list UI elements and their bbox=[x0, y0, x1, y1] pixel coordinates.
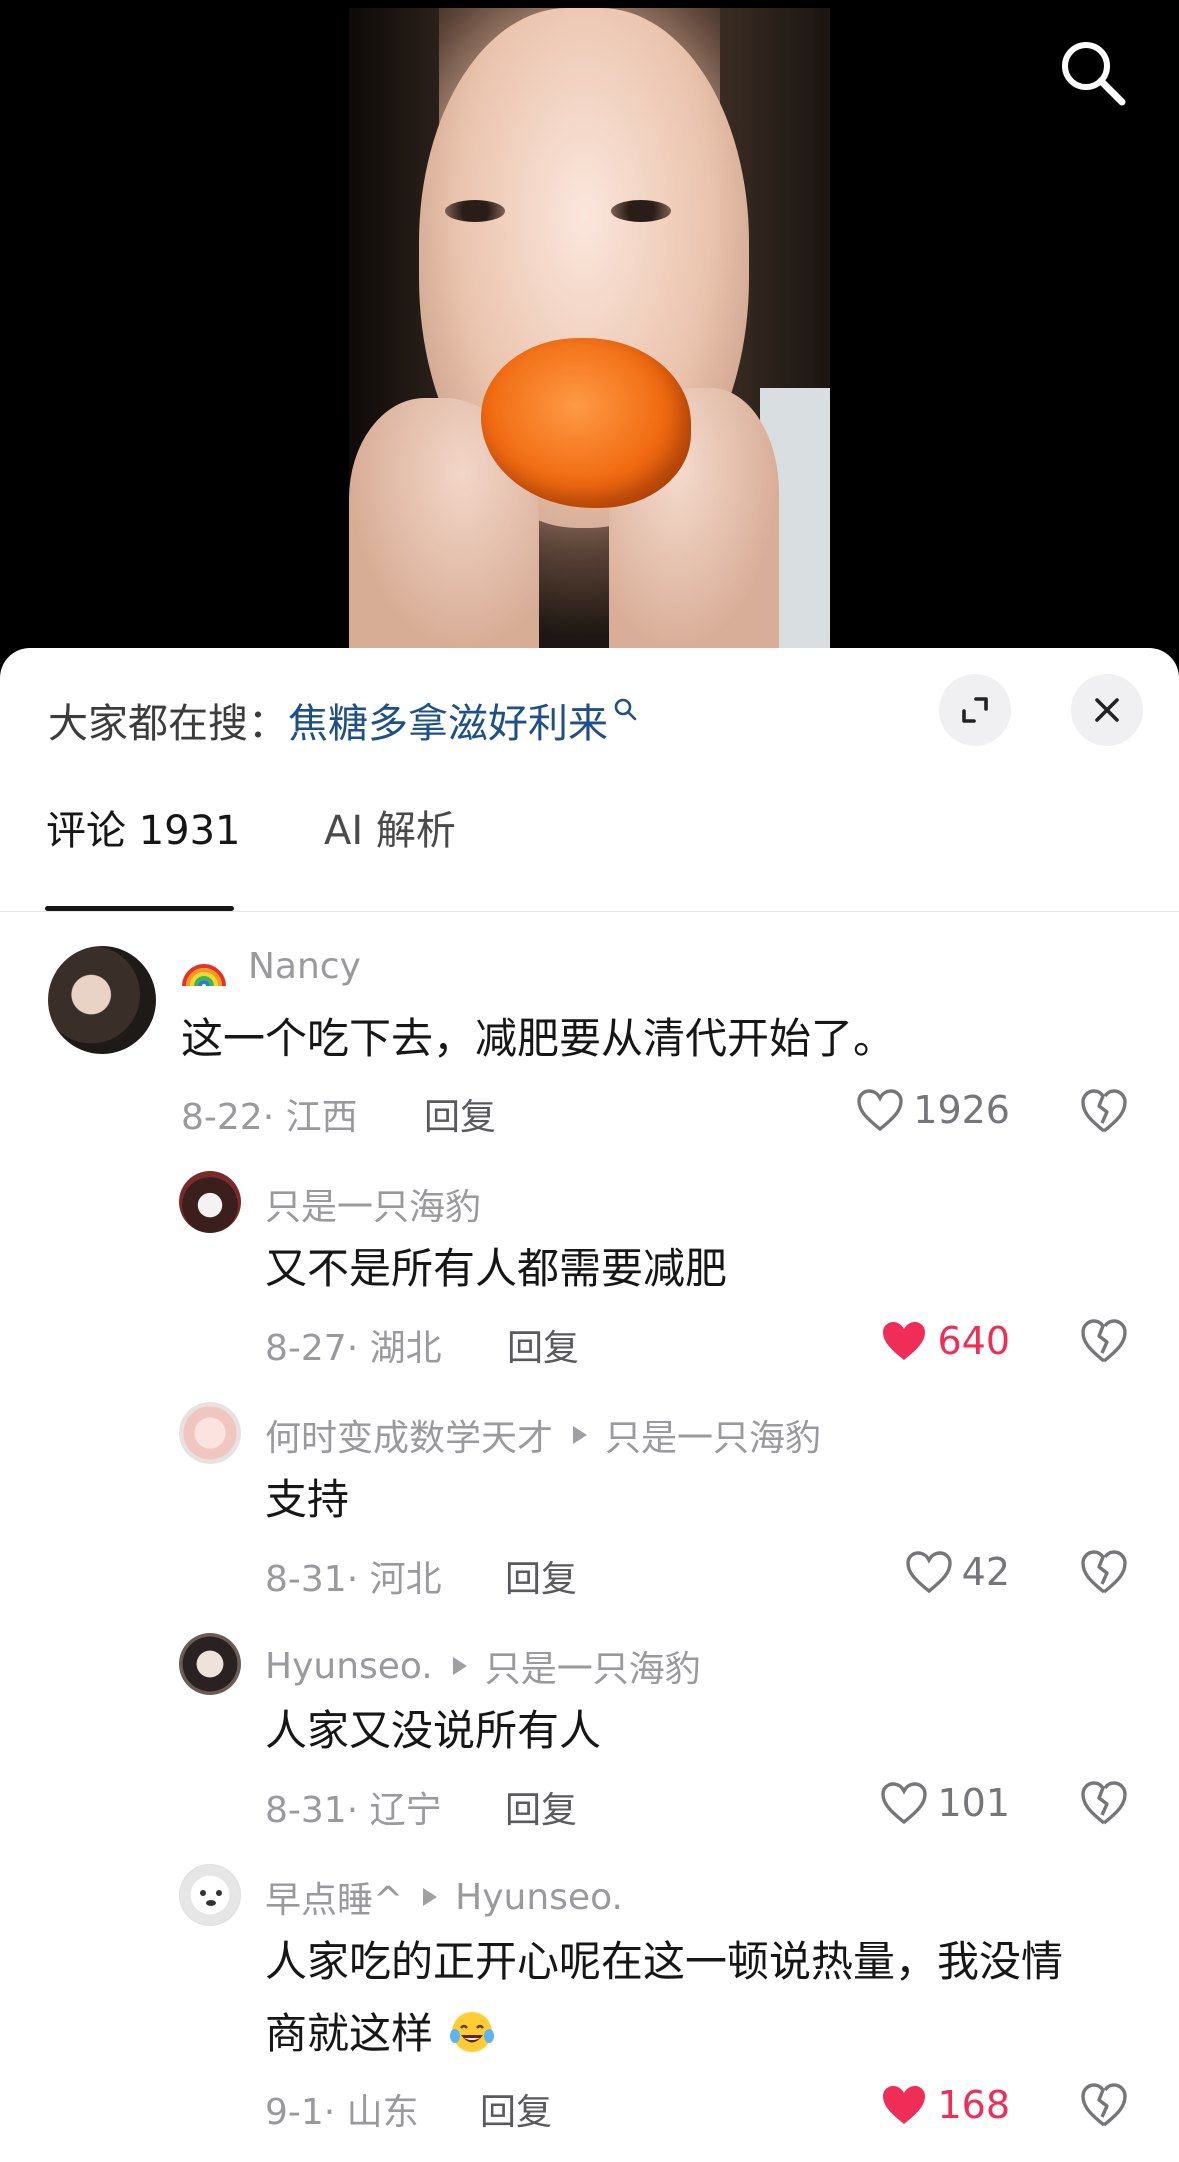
broken-heart-icon bbox=[1081, 1089, 1127, 1133]
reply-arrow-icon bbox=[423, 1888, 438, 1906]
comment-tabs: 评论 1931 AI 解析 bbox=[0, 798, 1179, 862]
reply-button[interactable]: 回复 bbox=[480, 2083, 552, 2135]
avatar[interactable] bbox=[179, 1171, 241, 1233]
like-button[interactable]: 1926 bbox=[800, 1080, 1010, 1140]
reply-to-user[interactable]: 只是一只海豹 bbox=[605, 1409, 821, 1461]
reply-author[interactable]: Hyunseo. bbox=[265, 1646, 433, 1687]
comment-text-line-2: 商就这样 bbox=[265, 1998, 496, 2070]
video-player[interactable] bbox=[0, 0, 1179, 650]
reply-button[interactable]: 回复 bbox=[507, 1319, 579, 1371]
tab-comments[interactable]: 评论 1931 bbox=[46, 798, 241, 856]
search-button[interactable] bbox=[1056, 36, 1130, 110]
comment-text: 人家又没说所有人 bbox=[265, 1706, 602, 1755]
comment-text-line-1: 人家吃的正开心呢在这一顿说热量，我没情 bbox=[265, 1937, 1064, 1986]
heart-filled-icon bbox=[883, 2086, 926, 2124]
trending-prefix: 大家都在搜： bbox=[48, 701, 288, 747]
comment-text: 又不是所有人都需要减肥 bbox=[265, 1244, 728, 1293]
broken-heart-icon bbox=[1081, 2083, 1127, 2127]
heart-icon bbox=[857, 1089, 903, 1132]
like-count: 101 bbox=[937, 1781, 1010, 1825]
trending-search[interactable]: 大家都在搜： 焦糖多拿滋好利来 bbox=[48, 688, 638, 752]
reply-button[interactable]: 回复 bbox=[424, 1088, 496, 1140]
heart-icon bbox=[905, 1551, 952, 1594]
video-eye-left bbox=[445, 200, 505, 222]
dislike-button[interactable] bbox=[1078, 1316, 1130, 1366]
comment-meta: 8-31· 河北 bbox=[265, 1559, 442, 1600]
heart-filled-icon bbox=[883, 1322, 926, 1360]
reply-button[interactable]: 回复 bbox=[505, 1781, 577, 1833]
close-button[interactable] bbox=[1071, 674, 1143, 746]
comment-meta: 8-31· 辽宁 bbox=[265, 1790, 442, 1831]
comment-username[interactable]: Nancy bbox=[248, 946, 361, 987]
avatar[interactable] bbox=[179, 1633, 241, 1695]
like-button[interactable]: 101 bbox=[800, 1773, 1010, 1833]
comment-username[interactable]: 只是一只海豹 bbox=[265, 1178, 481, 1230]
dislike-button[interactable] bbox=[1078, 1778, 1130, 1828]
avatar[interactable] bbox=[179, 1402, 241, 1464]
comment-text: 支持 bbox=[265, 1475, 350, 1524]
laughing-tears-emoji-icon bbox=[450, 2012, 495, 2052]
like-button[interactable]: 640 bbox=[800, 1311, 1010, 1371]
comment-text: 这一个吃下去，减肥要从清代开始了。 bbox=[181, 1014, 896, 1063]
heart-icon bbox=[881, 1782, 928, 1825]
close-icon bbox=[1095, 698, 1119, 722]
reply-arrow-icon bbox=[573, 1426, 588, 1444]
dislike-button[interactable] bbox=[1078, 1086, 1130, 1136]
reply-button[interactable]: 回复 bbox=[505, 1550, 577, 1602]
video-eye-right bbox=[611, 200, 671, 222]
reply-author[interactable]: 何时变成数学天才 bbox=[265, 1409, 553, 1461]
reply-author[interactable]: 早点睡^ bbox=[265, 1871, 403, 1923]
like-count: 1926 bbox=[913, 1088, 1010, 1132]
avatar[interactable] bbox=[48, 946, 156, 1054]
tab-ai-analysis[interactable]: AI 解析 bbox=[324, 798, 456, 856]
expand-icon bbox=[962, 697, 988, 723]
comment-meta: 8-27· 湖北 bbox=[265, 1328, 442, 1369]
comment-username[interactable]: Hyunseo. 只是一只海豹 bbox=[265, 1640, 701, 1692]
like-count: 640 bbox=[937, 1319, 1010, 1363]
small-search-icon bbox=[614, 698, 637, 721]
broken-heart-icon bbox=[1081, 1781, 1127, 1825]
like-button[interactable]: 42 bbox=[800, 1542, 1010, 1602]
reply-to-user[interactable]: 只是一只海豹 bbox=[485, 1640, 701, 1692]
comment-meta: 9-1· 山东 bbox=[265, 2092, 419, 2133]
like-count: 168 bbox=[937, 2083, 1010, 2127]
comment-text-line-2-content: 商就这样 bbox=[265, 2009, 434, 2058]
video-frame[interactable] bbox=[349, 8, 830, 650]
broken-heart-icon bbox=[1081, 1550, 1127, 1594]
rainbow-emoji-icon bbox=[182, 964, 226, 987]
comment-sheet: 大家都在搜： 焦糖多拿滋好利来 评论 1931 AI 解析 Nancy 这一个吃… bbox=[0, 648, 1179, 2162]
trending-term[interactable]: 焦糖多拿滋好利来 bbox=[288, 691, 608, 749]
expand-button[interactable] bbox=[939, 674, 1011, 746]
search-icon bbox=[1062, 42, 1126, 106]
cat-face-icon bbox=[200, 1890, 222, 1906]
dislike-button[interactable] bbox=[1078, 2080, 1130, 2130]
dislike-button[interactable] bbox=[1078, 1547, 1130, 1597]
avatar[interactable] bbox=[179, 1864, 241, 1926]
comment-username[interactable]: 早点睡^ Hyunseo. bbox=[265, 1871, 623, 1923]
comment-username[interactable]: 何时变成数学天才 只是一只海豹 bbox=[265, 1409, 821, 1461]
comment-meta: 8-22· 江西 bbox=[181, 1097, 358, 1138]
like-count: 42 bbox=[961, 1550, 1010, 1594]
like-button[interactable]: 168 bbox=[800, 2075, 1010, 2135]
reply-arrow-icon bbox=[452, 1657, 467, 1675]
reply-to-user[interactable]: Hyunseo. bbox=[455, 1877, 623, 1918]
tabs-divider bbox=[0, 911, 1179, 912]
broken-heart-icon bbox=[1081, 1319, 1127, 1363]
